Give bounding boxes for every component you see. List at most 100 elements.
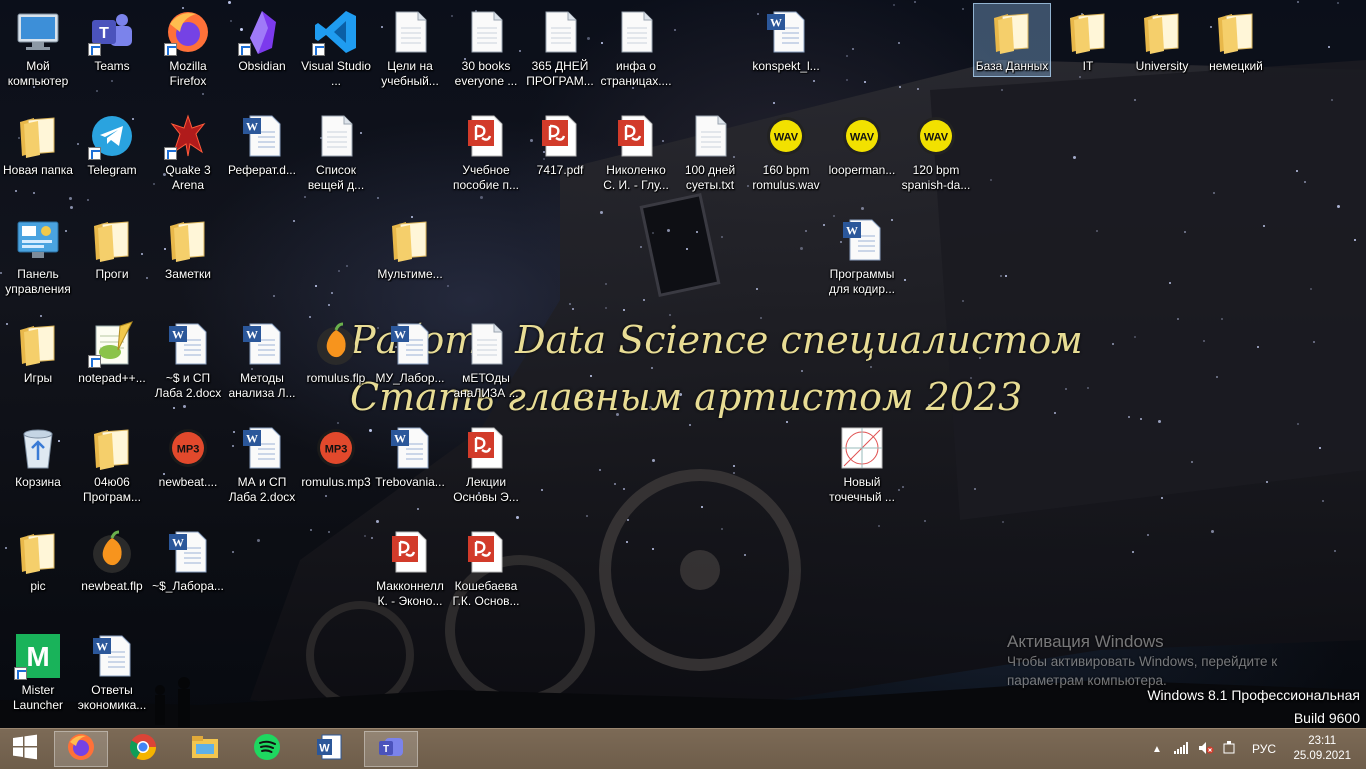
activation-title: Активация Windows [1007,632,1164,651]
pdf-icon [462,528,510,576]
teams-icon: T [376,732,406,767]
desktop-icon[interactable]: Obsidian [224,4,300,104]
desktop-icon[interactable]: pic [0,524,76,624]
folder-icon [988,8,1036,56]
desktop-icon[interactable]: W Методы анализа Л... [224,316,300,416]
desktop-icon[interactable]: инфа о страницах.... [598,4,674,104]
desktop-icon[interactable]: Игры [0,316,76,416]
folder-icon [88,424,136,472]
desktop-icon[interactable]: Mozilla Firefox [150,4,226,104]
spotify-icon [252,732,282,767]
desktop-icon[interactable]: Лекции Основы Э... [448,420,524,520]
control-panel-icon [14,216,62,264]
desktop-icon[interactable]: Панель управления [0,212,76,312]
desktop-icon[interactable]: WAV 160 bpm romulus.wav [748,108,824,208]
desktop-icon[interactable]: Wkonspekt_l... [748,4,824,104]
desktop-icon[interactable]: Цели на учебный... [372,4,448,104]
desktop-icon[interactable]: W МУ_Лабор... [372,316,448,416]
desktop-icon[interactable]: 30 books everyone ... [448,4,524,104]
activation-watermark: Активация Windows Чтобы активировать Win… [1007,632,1337,690]
taskbar-explorer-button[interactable] [178,731,232,767]
desktop-icon[interactable]: Visual Studio ... [298,4,374,104]
word-document-icon: W [762,8,810,56]
desktop-icon-label: 30 books everyone ... [454,59,518,88]
desktop-icon[interactable]: MP3 newbeat.... [150,420,226,520]
desktop-icon[interactable]: 7417.pdf [522,108,598,208]
desktop-icon-label: Заметки [165,267,211,281]
desktop-icon[interactable]: Макконнелл К. - Эконо... [372,524,448,624]
desktop-icon[interactable]: 365 ДНЕЙ ПРОГРАМ... [522,4,598,104]
desktop-icon[interactable]: T Teams [74,4,150,104]
desktop-icon[interactable]: W Trebovania... [372,420,448,520]
desktop-icon-label: Teams [94,59,130,73]
windows-version-watermark: Windows 8.1 Профессиональная Build 9600 [1147,684,1360,728]
desktop-icon[interactable]: Список вещей д... [298,108,374,208]
notepadpp-icon [88,320,136,368]
desktop-icon[interactable]: База Данных [973,3,1051,77]
desktop-icon[interactable]: Мой компьютер [0,4,76,104]
shortcut-arrow-icon [312,43,325,56]
taskbar-chrome-button[interactable] [116,731,170,767]
desktop-icon[interactable]: Quake 3 Arena [150,108,226,208]
svg-text:T: T [99,25,109,42]
taskbar-teams-button[interactable]: T [364,731,418,767]
desktop-icon[interactable]: мЕТОды анаЛИЗА ... [448,316,524,416]
shortcut-arrow-icon [164,43,177,56]
start-button[interactable] [0,731,50,767]
word-document-icon: W [838,216,886,264]
desktop-icon[interactable]: W Реферат.d... [224,108,300,208]
power-icon[interactable] [1222,740,1236,758]
desktop-icon[interactable]: 100 дней суеты.txt [672,108,748,208]
desktop-icon[interactable]: Корзина [0,420,76,520]
desktop-icon[interactable]: W Программы для кодир... [824,212,900,312]
desktop-icon[interactable]: Проги [74,212,150,312]
desktop-icon[interactable]: WAV looperman... [824,108,900,208]
taskbar-spotify-button[interactable] [240,731,294,767]
desktop-icon[interactable]: newbeat.flp [74,524,150,624]
volume-muted-icon[interactable] [1198,741,1214,758]
desktop-icon-label: newbeat.... [158,475,218,489]
quake-icon [164,112,212,160]
desktop-icon[interactable]: IT [1050,4,1126,104]
desktop-icon[interactable]: W ~$_Лабора... [150,524,226,624]
language-indicator[interactable]: РУС [1252,742,1276,756]
desktop-icon-label: База Данных [975,59,1049,73]
desktop-icon-label: 7417.pdf [536,163,584,177]
taskbar-firefox-button[interactable] [54,731,108,767]
desktop-icon[interactable]: MP3 romulus.mp3 [298,420,374,520]
folder-icon [14,528,62,576]
desktop-icon[interactable]: Новый точечный ... [824,420,900,520]
clock[interactable]: 23:11 25.09.2021 [1293,734,1351,764]
desktop-icon[interactable]: W Ответы экономика... [74,628,150,728]
network-signal-icon[interactable] [1174,741,1188,757]
taskbar-word-button[interactable]: W [302,731,356,767]
desktop-icon-label: Макконнелл К. - Эконо... [376,579,444,608]
desktop-icon[interactable]: romulus.flp [298,316,374,416]
desktop-icon[interactable]: 04ю06 Програм... [74,420,150,520]
desktop-icon-label: 365 ДНЕЙ ПРОГРАМ... [526,59,594,88]
desktop-icon[interactable]: Заметки [150,212,226,312]
desktop[interactable]: Работа Data Science специалистом Стать г… [0,0,1366,728]
desktop-icon[interactable]: Мультиме... [372,212,448,312]
desktop-icon[interactable]: M Mister Launcher [0,628,76,728]
desktop-icon[interactable]: Учебное пособие п... [448,108,524,208]
clock-date: 25.09.2021 [1293,750,1351,762]
desktop-icon-label: Проги [95,267,129,281]
svg-text:WAV: WAV [924,132,949,144]
desktop-icon[interactable]: W МА и СП Лаба 2.docx [224,420,300,520]
desktop-icon[interactable]: Николенко С. И. - Глу... [598,108,674,208]
desktop-icon[interactable]: notepad++... [74,316,150,416]
desktop-icon-label: Ответы экономика... [77,683,147,712]
desktop-icon[interactable]: Кошебаева Г.К. Основ... [448,524,524,624]
desktop-icon[interactable]: немецкий [1198,4,1274,104]
svg-text:W: W [172,328,184,342]
desktop-icon[interactable]: University [1124,4,1200,104]
show-hidden-icons-icon[interactable]: ▲ [1152,744,1164,755]
desktop-icon[interactable]: WAV 120 bpm spanish-da... [898,108,974,208]
desktop-icon[interactable]: Telegram [74,108,150,208]
desktop-icon[interactable]: W ~$ и СП Лаба 2.docx [150,316,226,416]
desktop-icon-label: Mozilla Firefox [169,59,207,88]
vscode-icon [312,8,360,56]
desktop-icon[interactable]: Новая папка [0,108,76,208]
document-icon [536,8,584,56]
